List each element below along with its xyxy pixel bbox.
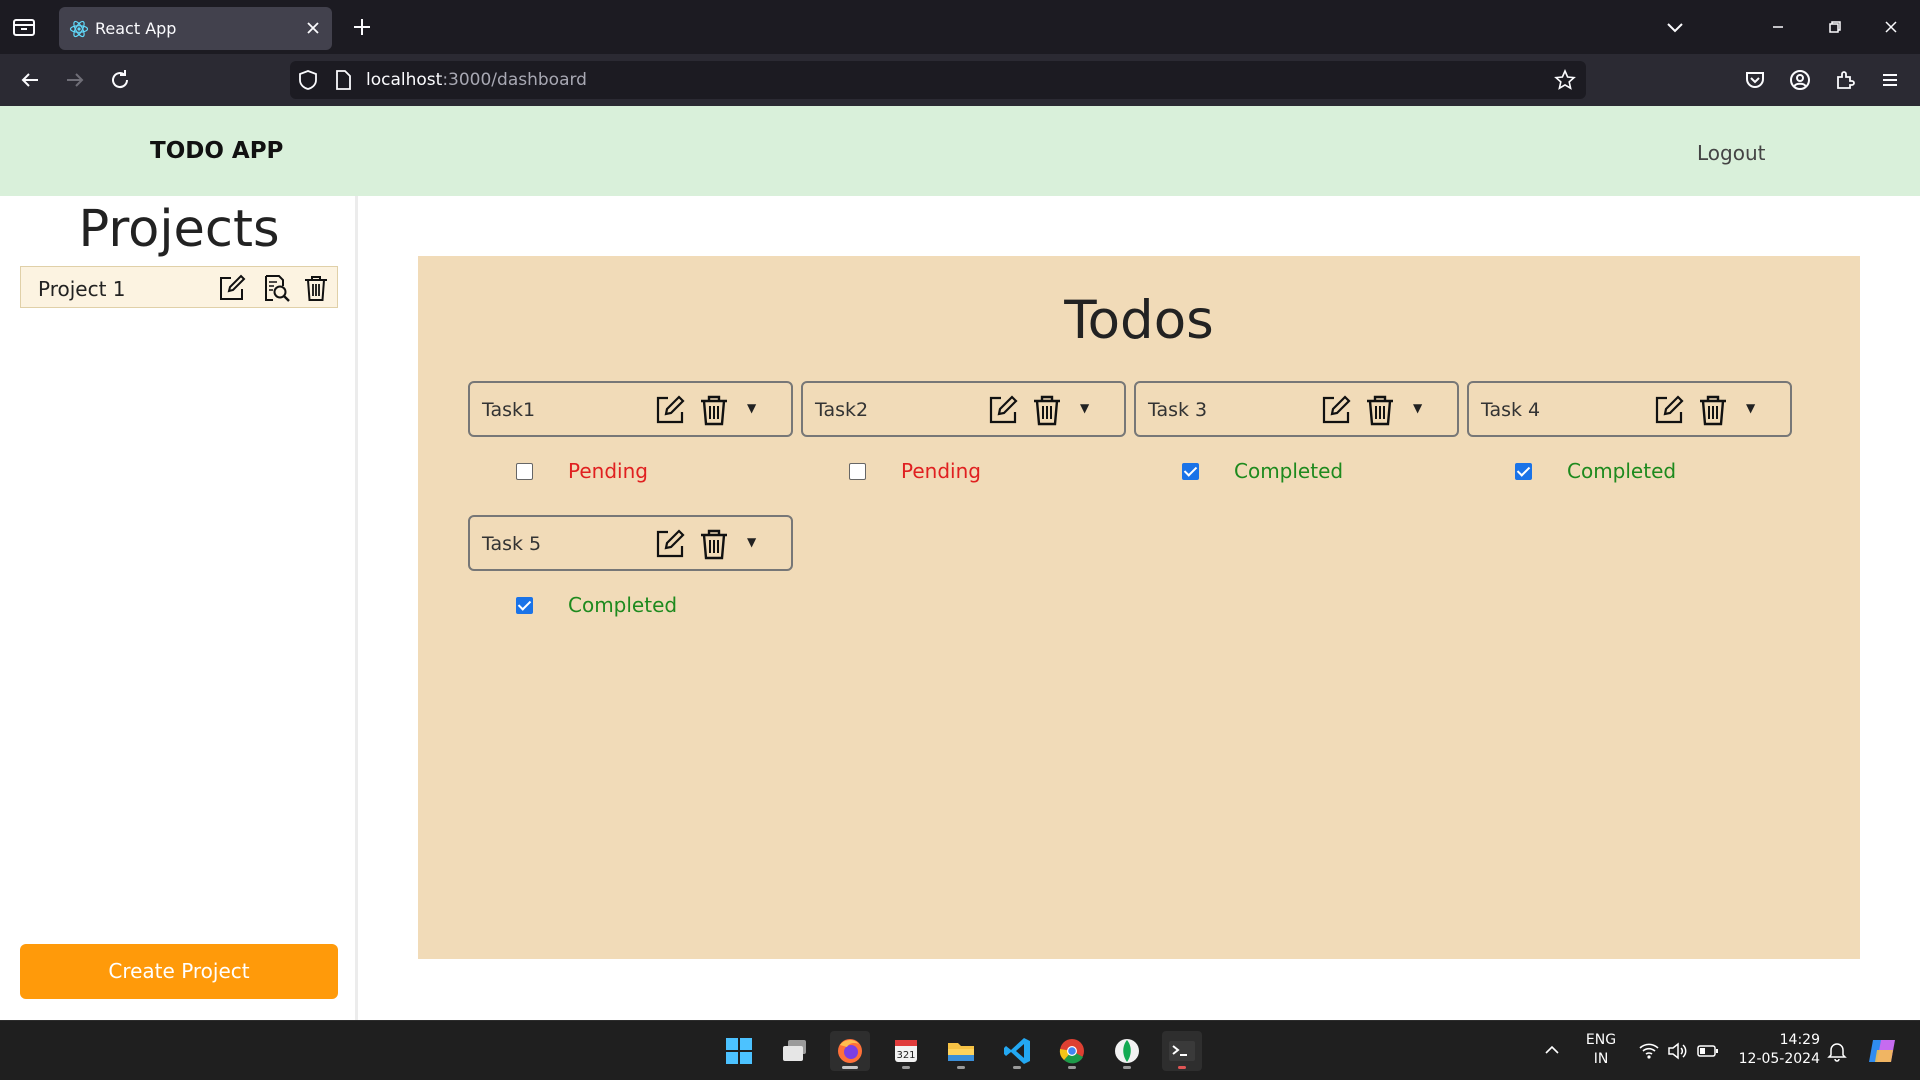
task-status-label: Completed [568, 593, 678, 617]
copilot-icon[interactable] [1865, 1034, 1899, 1068]
app-header: TODO APP Logout [0, 106, 1920, 196]
firefox-taskbar-icon[interactable] [830, 1031, 870, 1071]
create-project-button[interactable]: Create Project [20, 944, 338, 999]
delete-task-icon[interactable] [698, 527, 730, 561]
vscode-icon[interactable] [997, 1031, 1037, 1071]
edit-task-icon[interactable] [1319, 393, 1351, 427]
task-status-label: Completed [1567, 459, 1677, 483]
menu-icon[interactable] [1878, 68, 1902, 92]
tab-title: React App [95, 19, 177, 38]
app-brand[interactable]: TODO APP [150, 138, 283, 164]
delete-task-icon[interactable] [1031, 393, 1063, 427]
task-status-row: Completed [1467, 456, 1767, 486]
task-status-row: Pending [468, 456, 768, 486]
task-name: Task 3 [1148, 399, 1208, 421]
edit-task-icon[interactable] [653, 527, 685, 561]
task-name: Task1 [482, 399, 536, 421]
projects-heading: Projects [78, 200, 280, 259]
start-icon[interactable] [719, 1031, 759, 1071]
task-complete-checkbox[interactable] [516, 463, 533, 480]
task-card[interactable]: Task 4 ▼ [1467, 381, 1792, 437]
project-item[interactable]: Project 1 [20, 266, 338, 308]
delete-task-icon[interactable] [1697, 393, 1729, 427]
page-icon[interactable] [332, 69, 354, 91]
task-card[interactable]: Task 5 ▼ [468, 515, 793, 571]
reload-icon[interactable] [108, 68, 132, 92]
task-name: Task2 [815, 399, 869, 421]
task-status-row: Pending [801, 456, 1101, 486]
calendar-app-icon[interactable]: 321 [886, 1031, 926, 1071]
task-card[interactable]: Task 3 ▼ [1134, 381, 1459, 437]
task-dropdown-caret-icon[interactable]: ▼ [747, 401, 756, 415]
extensions-icon[interactable] [1833, 68, 1857, 92]
projects-sidebar: Projects Project 1 Create Project [0, 196, 358, 1020]
battery-icon[interactable] [1696, 1041, 1720, 1061]
task-complete-checkbox[interactable] [1182, 463, 1199, 480]
task-complete-checkbox[interactable] [1515, 463, 1532, 480]
browser-nav-bar: localhost:3000/dashboard [0, 54, 1920, 106]
logout-link[interactable]: Logout [1697, 141, 1765, 165]
todos-panel: Todos Task1 ▼ Pending Task2 ▼ Pending Task 3 ▼ C… [418, 256, 1860, 959]
shield-icon[interactable] [297, 69, 319, 91]
clock[interactable]: 14:29 12-05-2024 [1724, 1031, 1820, 1069]
task-complete-checkbox[interactable] [516, 597, 533, 614]
task-dropdown-caret-icon[interactable]: ▼ [1746, 401, 1755, 415]
notification-bell-icon[interactable] [1826, 1040, 1848, 1062]
task-status-row: Completed [468, 590, 768, 620]
os-taskbar: 321 ENG IN 14:29 12-05-2024 [0, 1020, 1920, 1080]
task-dropdown-caret-icon[interactable]: ▼ [1080, 401, 1089, 415]
task-status-row: Completed [1134, 456, 1434, 486]
file-explorer-icon[interactable] [941, 1031, 981, 1071]
task-dropdown-caret-icon[interactable]: ▼ [747, 535, 756, 549]
url-text[interactable]: localhost:3000/dashboard [366, 70, 587, 90]
task-complete-checkbox[interactable] [849, 463, 866, 480]
chrome-icon[interactable] [1052, 1031, 1092, 1071]
restore-icon[interactable] [1822, 14, 1848, 40]
bookmark-star-icon[interactable] [1554, 69, 1576, 91]
delete-project-icon[interactable] [301, 273, 331, 303]
task-status-label: Completed [1234, 459, 1344, 483]
task-dropdown-caret-icon[interactable]: ▼ [1413, 401, 1422, 415]
task-card[interactable]: Task2 ▼ [801, 381, 1126, 437]
wifi-icon[interactable] [1638, 1040, 1660, 1062]
back-icon[interactable] [18, 68, 42, 92]
browser-tab-bar: React App [0, 0, 1920, 54]
tab-list-icon[interactable] [12, 16, 36, 38]
browser-tab[interactable]: React App [59, 7, 332, 50]
mongodb-compass-icon[interactable] [1107, 1031, 1147, 1071]
task-name: Task 4 [1481, 399, 1541, 421]
close-tab-icon[interactable] [304, 19, 322, 37]
volume-icon[interactable] [1666, 1040, 1688, 1062]
list-all-tabs-icon[interactable] [1662, 14, 1688, 40]
close-window-icon[interactable] [1878, 14, 1904, 40]
task-status-label: Pending [568, 459, 648, 483]
edit-project-icon[interactable] [217, 273, 247, 303]
forward-icon[interactable] [63, 68, 87, 92]
pocket-icon[interactable] [1743, 68, 1767, 92]
new-tab-icon[interactable] [350, 15, 374, 39]
terminal-icon[interactable] [1162, 1031, 1202, 1071]
edit-task-icon[interactable] [986, 393, 1018, 427]
todos-heading: Todos [1064, 290, 1214, 351]
tray-chevron-up-icon[interactable] [1543, 1041, 1561, 1059]
task-card[interactable]: Task1 ▼ [468, 381, 793, 437]
minimize-icon[interactable] [1765, 14, 1791, 40]
task-status-label: Pending [901, 459, 981, 483]
react-logo-icon [69, 20, 89, 38]
task-view-icon[interactable] [775, 1031, 815, 1071]
delete-task-icon[interactable] [1364, 393, 1396, 427]
url-bar[interactable]: localhost:3000/dashboard [290, 61, 1586, 99]
edit-task-icon[interactable] [1652, 393, 1684, 427]
project-name: Project 1 [38, 277, 126, 301]
svg-text:321: 321 [896, 1050, 915, 1061]
task-name: Task 5 [482, 533, 542, 555]
delete-task-icon[interactable] [698, 393, 730, 427]
edit-task-icon[interactable] [653, 393, 685, 427]
language-indicator[interactable]: ENG IN [1583, 1031, 1619, 1069]
view-project-icon[interactable] [261, 273, 291, 303]
account-icon[interactable] [1788, 68, 1812, 92]
